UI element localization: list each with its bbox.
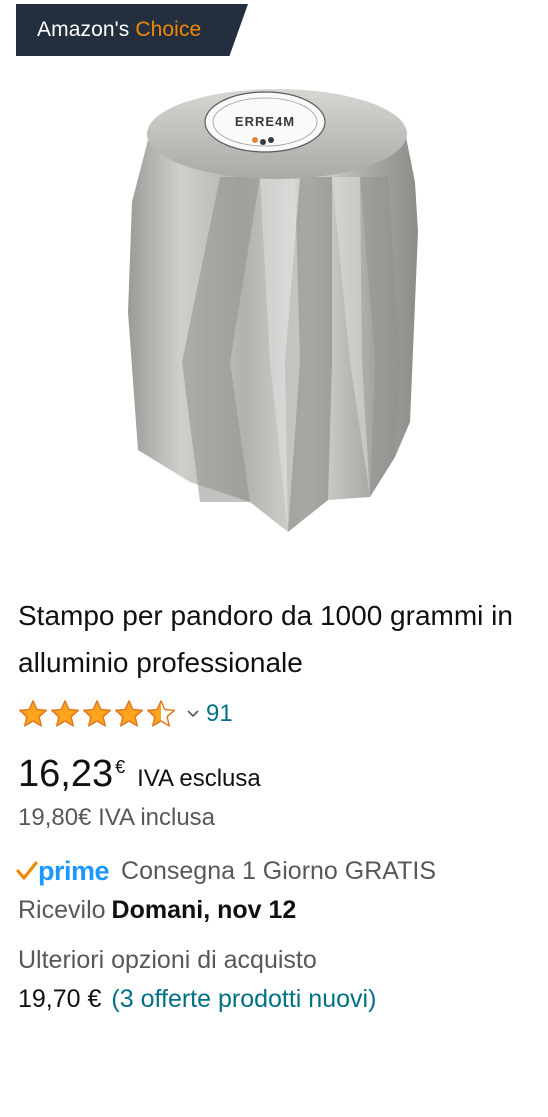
amazons-choice-badge: Amazon's Choice (16, 4, 248, 56)
star-icon (115, 700, 143, 727)
delivery-prefix: Ricevilo (18, 896, 106, 924)
star-icon (19, 700, 47, 727)
star-icon (147, 700, 175, 727)
delivery-date: Domani, nov 12 (111, 896, 297, 924)
badge-prefix: Amazon's (37, 18, 130, 41)
prime-row: prime Consegna 1 Giorno GRATIS (16, 852, 436, 890)
price-currency: € (115, 757, 126, 777)
other-offers-row: 19,70 € (3 offerte prodotti nuovi) (18, 985, 376, 1014)
price-row: 16,23 € IVA esclusa (18, 752, 261, 796)
prime-check-icon (16, 861, 38, 880)
prime-word: prime (38, 855, 110, 886)
price-note: IVA esclusa (137, 765, 261, 792)
star-rating[interactable] (18, 699, 176, 729)
star-icon (51, 700, 79, 727)
other-offers-link[interactable]: (3 offerte prodotti nuovi) (111, 985, 376, 1014)
product-image-brand: ERRE4M (235, 114, 295, 129)
other-offers-price: 19,70 € (18, 985, 102, 1013)
delivery-estimate: Ricevilo Domani, nov 12 (18, 896, 296, 925)
prime-logo: prime (16, 855, 110, 887)
chevron-down-icon[interactable] (186, 707, 200, 721)
price-inclusive: 19,80€ IVA inclusa (18, 804, 216, 831)
price-main: 16,23 (18, 753, 114, 795)
badge-highlight: Choice (135, 18, 202, 41)
rating-count-link[interactable]: 91 (206, 700, 233, 728)
product-title[interactable]: Stampo per pandoro da 1000 grammi in all… (18, 592, 533, 686)
product-image[interactable]: ERRE4M (70, 62, 480, 532)
rating-row[interactable]: 91 (18, 696, 233, 732)
more-buying-options-label: Ulteriori opzioni di acquisto (18, 946, 317, 974)
prime-delivery-text: Consegna 1 Giorno GRATIS (121, 856, 436, 885)
star-icon (83, 700, 111, 727)
